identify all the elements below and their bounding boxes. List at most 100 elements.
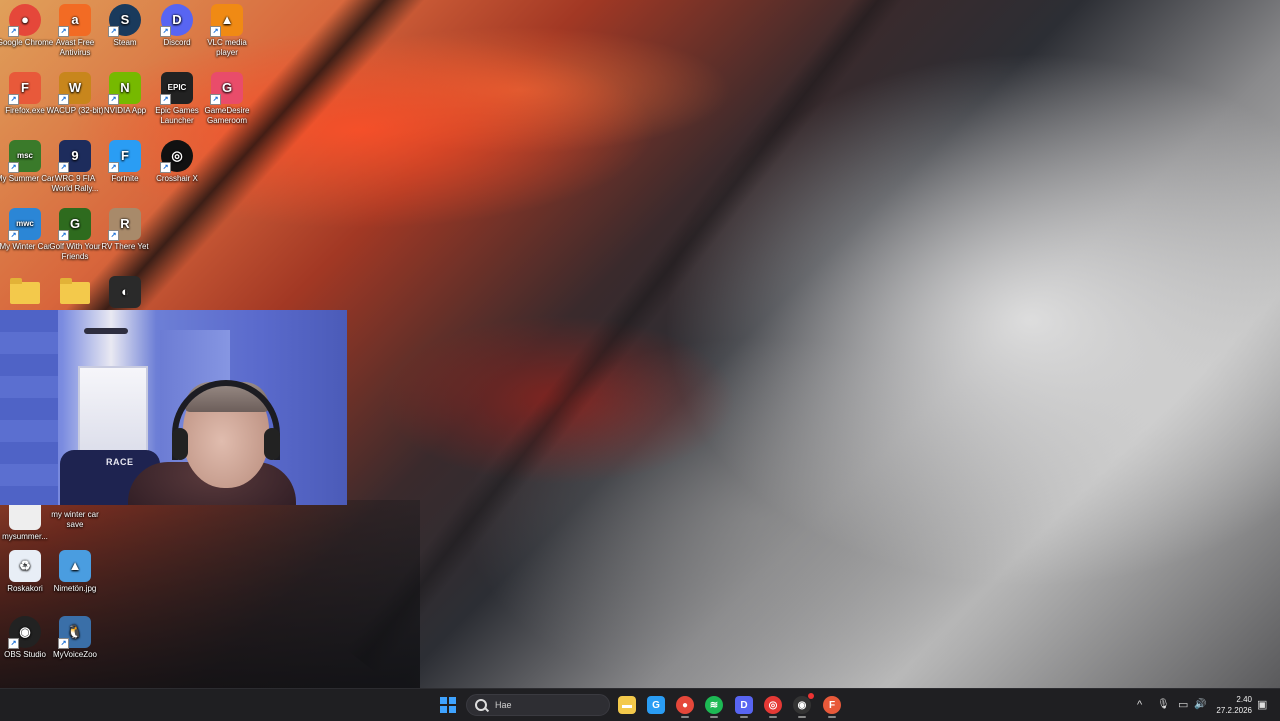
webcam-headset-ear bbox=[264, 428, 280, 460]
notification-badge bbox=[808, 693, 814, 699]
crosshair-glyph: ◎ bbox=[171, 148, 183, 163]
steam-icon: S ↗ bbox=[108, 4, 141, 37]
mywintercar-glyph: mwc bbox=[16, 219, 34, 228]
running-indicator bbox=[710, 716, 718, 718]
running-indicator bbox=[798, 716, 806, 718]
discord-icon: D bbox=[740, 699, 748, 711]
shortcut-arrow-icon: ↗ bbox=[58, 26, 69, 37]
desktop-icon-label: MyVoiceZoo bbox=[52, 650, 98, 659]
rvthereyet-glyph: R bbox=[120, 216, 130, 231]
myvoicezoo-glyph: 🐧 bbox=[66, 624, 84, 639]
myvoicezoo-icon: 🐧 ↗ bbox=[58, 616, 91, 649]
vlc-icon: ▲ ↗ bbox=[210, 4, 243, 37]
shortcut-arrow-icon: ↗ bbox=[8, 94, 19, 105]
vlc-glyph: ▲ bbox=[220, 12, 234, 27]
desktop-icon-label: RV There Yet bbox=[101, 242, 149, 251]
webcam-headset-ear bbox=[172, 428, 188, 460]
webcam-ceiling-light bbox=[84, 328, 128, 334]
desktop-icon-crosshair[interactable]: ◎ ↗ Crosshair X bbox=[146, 140, 208, 184]
taskbar-app-spotify[interactable]: ≋ bbox=[705, 696, 723, 718]
desktop-icon-label: GameDesire Gameroom bbox=[204, 106, 250, 125]
edge-like-icon: G bbox=[652, 699, 660, 711]
clock-date: 27.2.2026 bbox=[1216, 706, 1252, 715]
chrome-glyph: ● bbox=[21, 12, 29, 27]
clock-time: 2.40 bbox=[1236, 695, 1252, 704]
search-icon bbox=[475, 699, 487, 711]
taskbar-app-obs[interactable]: ◉ bbox=[793, 693, 814, 718]
wacup-icon: W ↗ bbox=[58, 72, 91, 105]
shortcut-arrow-icon: ↗ bbox=[8, 162, 19, 173]
taskbar-search-box[interactable]: Hae bbox=[466, 694, 610, 716]
discord-glyph: D bbox=[172, 12, 182, 27]
epic-glyph: EPIC bbox=[167, 83, 187, 92]
obs-icon: ◉ ↗ bbox=[8, 616, 41, 649]
spotify-icon: ≋ bbox=[709, 699, 719, 711]
chrome-icon: ● ↗ bbox=[8, 4, 41, 37]
obs-glyph: ◉ bbox=[19, 624, 31, 639]
desktop-icon-label: Crosshair X bbox=[156, 174, 198, 183]
webcam-wall bbox=[0, 310, 58, 505]
taskbar-app-discord[interactable]: D bbox=[735, 696, 753, 718]
wrc9-glyph: 9 bbox=[71, 148, 79, 163]
taskbar-app-edge-like[interactable]: G bbox=[647, 696, 665, 714]
mysummercar-glyph: msc bbox=[16, 151, 33, 160]
desktop-icon-label: Nimetön.jpg bbox=[53, 584, 97, 593]
taskbar: Hae ▬ G ● ≋ D ◎ ◉ F ^ 🎙 ▭ 🔊 2.40 27.2.2026 ▣ bbox=[0, 688, 1280, 721]
desktop-icon-gamedesire[interactable]: G ↗ GameDesire Gameroom bbox=[196, 72, 258, 126]
desktop-icon-mywintercar-save[interactable]: my winter car save bbox=[44, 510, 106, 530]
shortcut-arrow-icon: ↗ bbox=[8, 638, 19, 649]
golfwithfriends-glyph: G bbox=[69, 216, 81, 231]
desktop-icon-nimetonjpg[interactable]: ▲ Nimetön.jpg bbox=[44, 550, 106, 594]
webcam-overlay: RACE bbox=[0, 310, 347, 505]
steam-glyph: S bbox=[120, 12, 130, 27]
show-hidden-icons-chevron-icon[interactable]: ^ bbox=[1137, 698, 1142, 712]
fortnite-icon: F ↗ bbox=[108, 140, 141, 173]
shortcut-arrow-icon: ↗ bbox=[8, 26, 19, 37]
taskbar-app-app-circle[interactable]: ◎ bbox=[764, 696, 782, 718]
folder-icon bbox=[10, 278, 40, 304]
golfwithfriends-icon: G ↗ bbox=[58, 208, 91, 241]
running-indicator bbox=[740, 716, 748, 718]
running-indicator bbox=[828, 716, 836, 718]
desktop-icon-label: VLC media player bbox=[207, 38, 247, 57]
start-button[interactable] bbox=[440, 697, 456, 713]
desktop-icon-rvthereyet[interactable]: R ↗ RV There Yet bbox=[94, 208, 156, 252]
wacup-glyph: W bbox=[68, 80, 82, 95]
shortcut-arrow-icon: ↗ bbox=[58, 94, 69, 105]
game-unknown-icon: ◐ bbox=[109, 276, 141, 308]
file-explorer-icon: ▬ bbox=[622, 699, 632, 711]
shortcut-arrow-icon: ↗ bbox=[8, 230, 19, 241]
desktop-icon-label: mysummer... bbox=[2, 532, 48, 541]
desktop-icon-myvoicezoo[interactable]: 🐧 ↗ MyVoiceZoo bbox=[44, 616, 106, 660]
shortcut-arrow-icon: ↗ bbox=[160, 94, 171, 105]
crosshair-icon: ◎ ↗ bbox=[160, 140, 193, 173]
app-circle-icon: ◎ bbox=[768, 699, 778, 711]
nvidia-glyph: N bbox=[120, 80, 130, 95]
discord-icon: D ↗ bbox=[160, 4, 193, 37]
shortcut-arrow-icon: ↗ bbox=[160, 26, 171, 37]
desktop-icon-vlc[interactable]: ▲ ↗ VLC media player bbox=[196, 4, 258, 58]
shortcut-arrow-icon: ↗ bbox=[210, 26, 221, 37]
nimetonjpg-icon: ▲ bbox=[59, 550, 91, 582]
rvthereyet-icon: R ↗ bbox=[108, 208, 141, 241]
taskbar-app-chrome[interactable]: ● bbox=[676, 696, 694, 718]
chrome-icon: ● bbox=[681, 699, 689, 711]
recycle-bin-icon: ♻ bbox=[9, 550, 41, 582]
shortcut-arrow-icon: ↗ bbox=[108, 26, 119, 37]
volume-icon[interactable]: 🔊 bbox=[1194, 698, 1206, 712]
avast-glyph: a bbox=[71, 12, 79, 27]
taskbar-app-file-explorer[interactable]: ▬ bbox=[618, 696, 636, 714]
taskbar-app-firefox[interactable]: F bbox=[823, 696, 841, 718]
epic-icon: EPIC ↗ bbox=[160, 72, 193, 105]
network-icon[interactable]: ▭ bbox=[1178, 698, 1188, 712]
shortcut-arrow-icon: ↗ bbox=[108, 94, 119, 105]
desktop-icon-game-unknown[interactable]: ◐ bbox=[94, 276, 156, 310]
microphone-icon[interactable]: 🎙 bbox=[1157, 698, 1170, 712]
shortcut-arrow-icon: ↗ bbox=[58, 638, 69, 649]
notification-bell-icon[interactable]: ▣ bbox=[1257, 698, 1267, 712]
wallpaper-ridge bbox=[345, 0, 932, 674]
firefox-glyph: F bbox=[21, 80, 29, 95]
running-indicator bbox=[681, 716, 689, 718]
taskbar-clock[interactable]: 2.40 27.2.2026 bbox=[1212, 694, 1252, 716]
game-unknown-glyph: ◐ bbox=[121, 284, 129, 299]
